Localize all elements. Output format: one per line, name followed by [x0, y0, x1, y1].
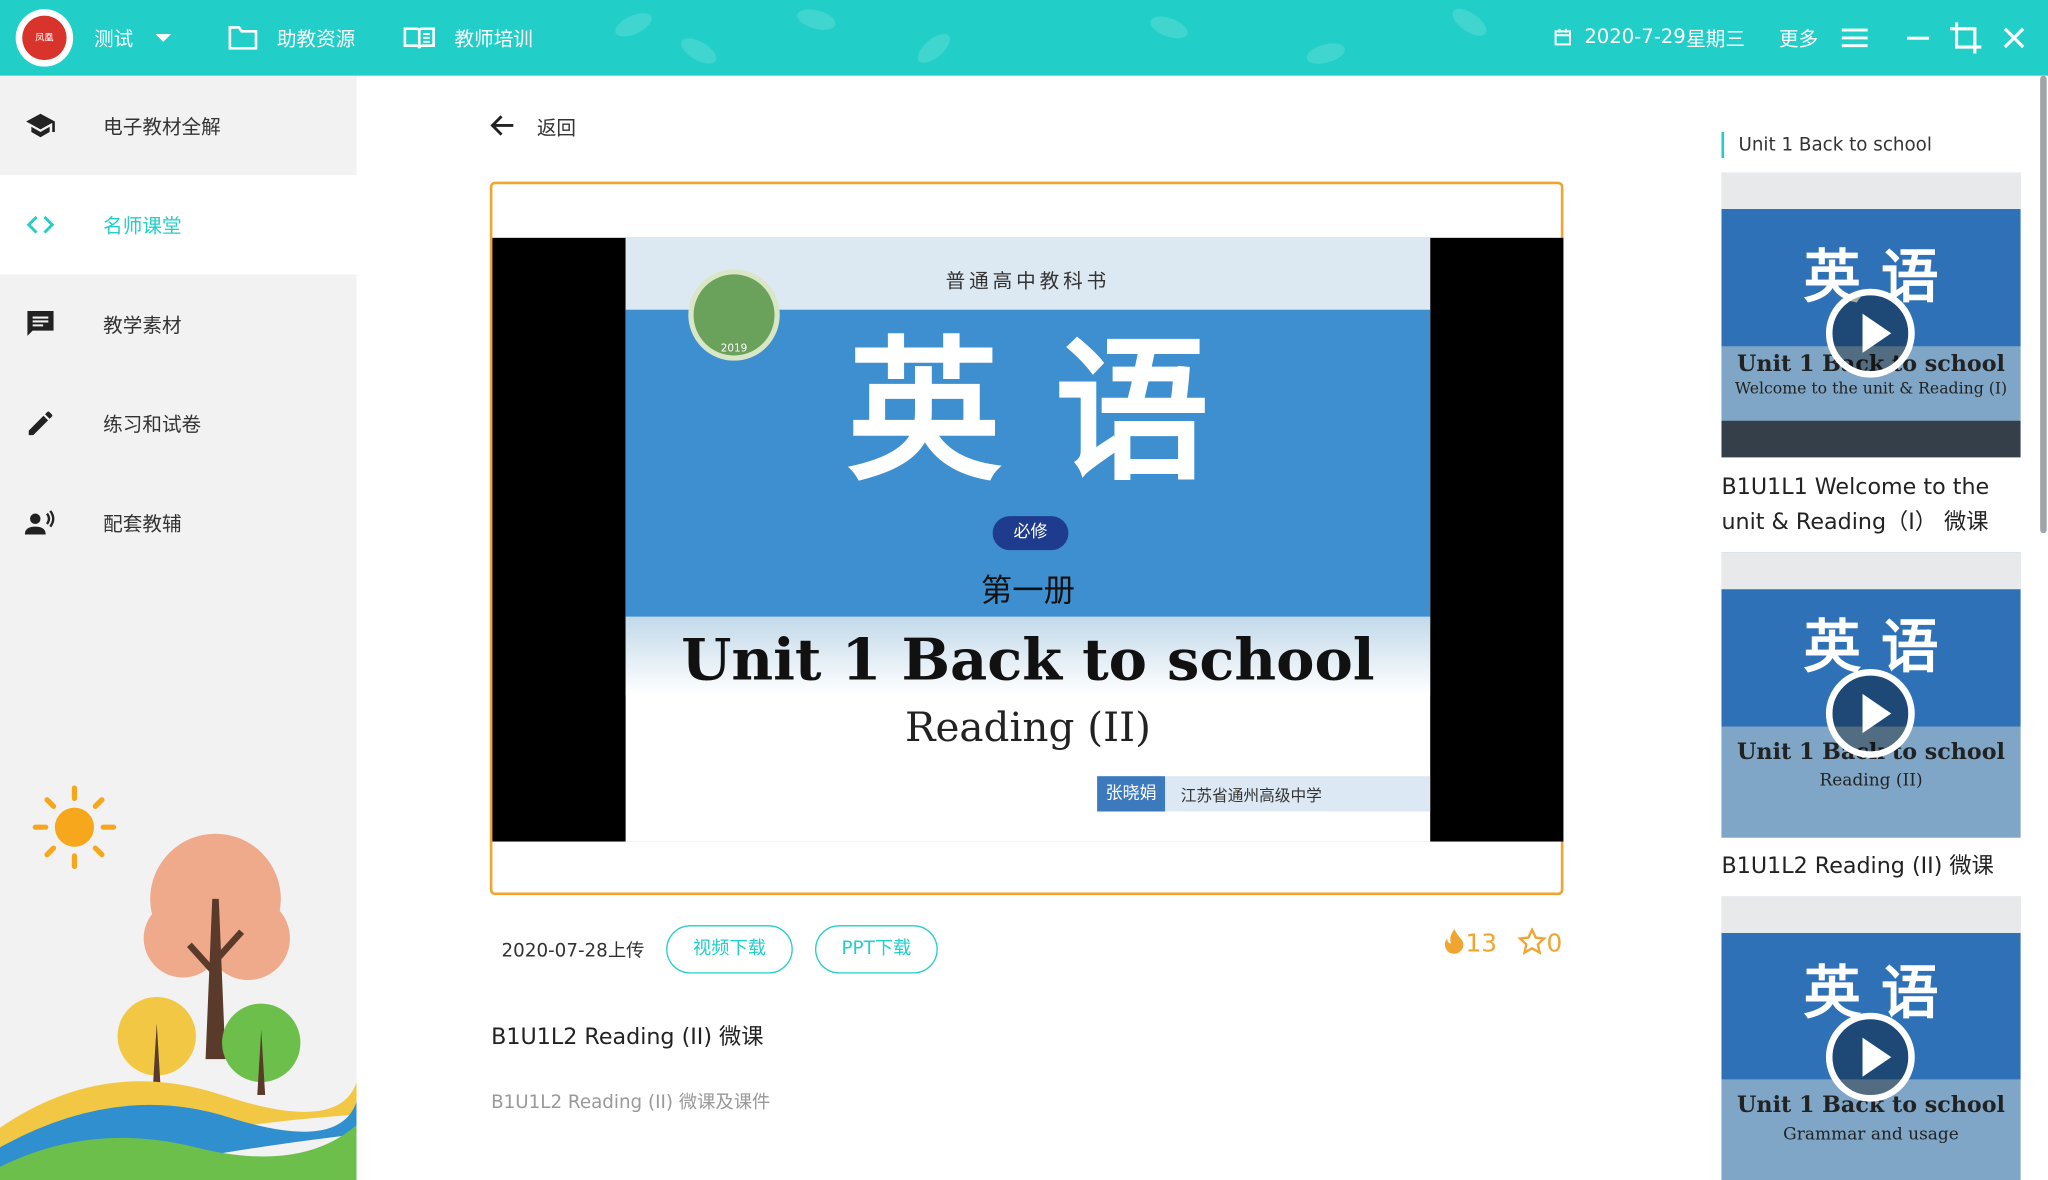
resources-label: 助教资源 [276, 27, 356, 51]
sidebar-item-label: 配套教辅 [103, 512, 182, 536]
slide-badge: 必修 [992, 516, 1069, 551]
chat-bubble-icon [27, 311, 54, 336]
minimize-icon[interactable] [1906, 36, 1930, 41]
video-description: B1U1L2 Reading (II) 微课及课件 [491, 1092, 771, 1114]
sidebar-item-label: 名师课堂 [103, 214, 182, 238]
open-book-icon [403, 27, 435, 49]
leaf-decoration [611, 8, 656, 42]
upload-date: 2020-07-28上传 [501, 940, 645, 962]
leaf-decoration [795, 5, 838, 34]
playlist-heading: Unit 1 Back to school [1721, 131, 1932, 159]
landscape-illustration [0, 785, 357, 1180]
app-window: 凤凰 测试 助教资源 教师培训 2020-7-29 星期三 更多 电子教材全解 [0, 0, 2048, 1180]
hamburger-icon [1841, 28, 1868, 48]
school-select-label: 测试 [94, 27, 134, 51]
playlist-panel: Unit 1 Back to school 英 语 Unit 1 Back to… [1695, 75, 2048, 1180]
views-counter: 13 [1443, 928, 1497, 958]
thumb-sub: Grammar and usage [1783, 1125, 1959, 1145]
sidebar-item-materials[interactable]: 教学素材 [0, 274, 357, 373]
video-slide: 普通高中教科书 2019 英 语 必修 第一册 Unit 1 Back to s… [625, 237, 1431, 842]
main-content: 返回 普通高中教科书 2019 英 语 必修 第一册 Unit 1 Back t… [356, 75, 1696, 1180]
leaf-decoration [1147, 12, 1191, 43]
playlist-thumbnail[interactable]: 英 语 Unit 1 Back to school Grammar and us… [1721, 896, 2021, 1180]
thumb-sub: Reading (II) [1819, 770, 1923, 791]
graduation-cap-icon [26, 113, 55, 138]
sidebar-item-famous-teacher[interactable]: 名师课堂 [0, 175, 357, 275]
calendar-icon [1554, 28, 1571, 46]
training-label: 教师培训 [454, 27, 533, 51]
chevron-down-icon [155, 33, 172, 42]
sidebar-item-supplements[interactable]: 配套教辅 [0, 473, 357, 572]
star-icon [1517, 926, 1547, 955]
sidebar-item-exercises[interactable]: 练习和试卷 [0, 374, 357, 473]
leaf-decoration [1448, 3, 1491, 41]
speaking-person-icon [24, 510, 55, 535]
slide-subject: 英 语 [846, 321, 1209, 502]
video-player[interactable]: 普通高中教科书 2019 英 语 必修 第一册 Unit 1 Back to s… [489, 181, 1564, 896]
close-icon[interactable] [2003, 27, 2025, 49]
slide-author-school: 江苏省通州高级中学 [1180, 786, 1322, 805]
school-select[interactable]: 测试 [94, 0, 185, 76]
playlist-thumbnail[interactable]: 英 语 Unit 1 Back to school Reading (II) [1721, 552, 2021, 838]
ppt-download-button[interactable]: PPT下载 [815, 925, 938, 974]
play-icon [1825, 669, 1915, 758]
crop-fullscreen-icon[interactable] [1950, 22, 1982, 54]
training-menu[interactable]: 教师培训 [402, 0, 546, 76]
sidebar: 电子教材全解 名师课堂 教学素材 练习和试卷 配套教辅 [0, 75, 357, 1180]
slide-unit-title: Unit 1 Back to school [681, 627, 1375, 694]
sidebar-item-label: 练习和试卷 [103, 412, 202, 437]
play-icon [1825, 1012, 1915, 1102]
folder-icon [228, 26, 258, 50]
back-label: 返回 [536, 116, 577, 140]
favorite-button[interactable]: 0 [1517, 926, 1563, 958]
more-menu[interactable]: 更多 [1779, 0, 1870, 76]
sun-icon [32, 785, 117, 869]
sidebar-item-label: 电子教材全解 [103, 114, 221, 139]
video-title: B1U1L2 Reading (II) 微课 [491, 1024, 764, 1051]
app-logo: 凤凰 [15, 9, 74, 67]
more-label: 更多 [1778, 27, 1819, 51]
leaf-decoration [677, 33, 721, 69]
slide-author-name: 张晓娟 [1097, 776, 1166, 812]
top-bar: 凤凰 测试 助教资源 教师培训 2020-7-29 星期三 更多 [0, 0, 2048, 76]
sidebar-item-textbook[interactable]: 电子教材全解 [0, 76, 357, 175]
playlist-item-title[interactable]: B1U1L2 Reading (II) 微课 [1721, 849, 2034, 884]
video-download-button[interactable]: 视频下载 [666, 925, 793, 974]
leaf-decoration [912, 28, 955, 68]
favorites-count: 0 [1546, 929, 1563, 958]
arrow-left-icon [490, 115, 514, 136]
pencil-icon [28, 411, 53, 436]
playlist-item-title[interactable]: B1U1L1 Welcome to the unit & Reading（I） … [1721, 470, 2034, 541]
slide-volume: 第一册 [980, 572, 1075, 609]
code-brackets-icon [26, 215, 55, 234]
leaf-decoration [1304, 39, 1348, 68]
weekday-text: 星期三 [1686, 27, 1745, 51]
slide-author-bar: 张晓娟 江苏省通州高级中学 [1097, 776, 1431, 812]
flame-icon [1444, 929, 1464, 954]
play-icon [1825, 288, 1915, 378]
views-count: 13 [1465, 929, 1498, 958]
date-text: 2020-7-29 [1584, 24, 1686, 49]
sidebar-item-label: 教学素材 [103, 313, 182, 338]
video-frame[interactable]: 普通高中教科书 2019 英 语 必修 第一册 Unit 1 Back to s… [492, 237, 1564, 842]
thumb-sub: Welcome to the unit & Reading (I) [1734, 378, 2008, 398]
resources-menu[interactable]: 助教资源 [227, 0, 371, 76]
playlist-thumbnail[interactable]: 英 语 Unit 1 Back to school Welcome to the… [1721, 172, 2021, 458]
scrollbar-thumb[interactable] [2040, 75, 2047, 534]
slide-lesson: Reading (II) [904, 704, 1151, 752]
